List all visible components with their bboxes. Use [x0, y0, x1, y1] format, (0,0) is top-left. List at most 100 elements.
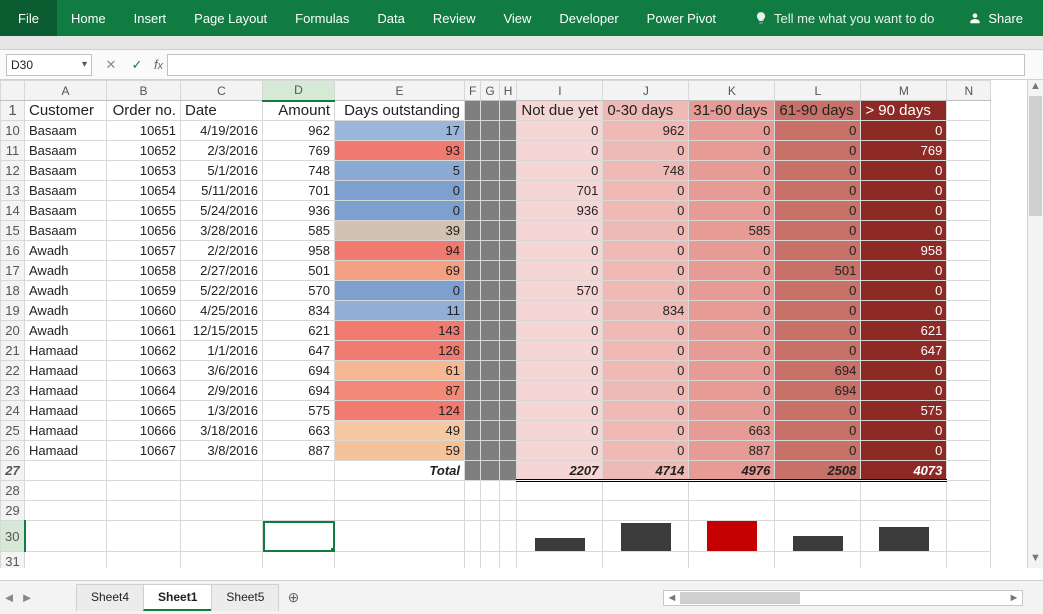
- cell-N19[interactable]: [947, 301, 991, 321]
- cell-A22[interactable]: Hamaad: [25, 361, 107, 381]
- cell-M30[interactable]: [861, 521, 947, 552]
- cell-G1[interactable]: [481, 101, 499, 121]
- cell-G22[interactable]: [481, 361, 499, 381]
- cell-A12[interactable]: Basaam: [25, 161, 107, 181]
- cell-I12[interactable]: 0: [517, 161, 603, 181]
- cell-C28[interactable]: [181, 481, 263, 501]
- cell-K16[interactable]: 0: [689, 241, 775, 261]
- cell-D25[interactable]: 663: [263, 421, 335, 441]
- ribbon-tab-data[interactable]: Data: [363, 0, 418, 36]
- col-header-F[interactable]: F: [465, 81, 481, 101]
- cell-K24[interactable]: 0: [689, 401, 775, 421]
- cell-B12[interactable]: 10653: [107, 161, 181, 181]
- cell-H31[interactable]: [499, 552, 517, 569]
- cell-G20[interactable]: [481, 321, 499, 341]
- cell-C12[interactable]: 5/1/2016: [181, 161, 263, 181]
- cell-B19[interactable]: 10660: [107, 301, 181, 321]
- cell-E13[interactable]: 0: [335, 181, 465, 201]
- cell-L20[interactable]: 0: [775, 321, 861, 341]
- cell-A10[interactable]: Basaam: [25, 121, 107, 141]
- cell-C1[interactable]: Date: [181, 101, 263, 121]
- cell-K20[interactable]: 0: [689, 321, 775, 341]
- cell-N28[interactable]: [947, 481, 991, 501]
- cell-L22[interactable]: 694: [775, 361, 861, 381]
- cell-L10[interactable]: 0: [775, 121, 861, 141]
- cell-D17[interactable]: 501: [263, 261, 335, 281]
- cell-F31[interactable]: [465, 552, 481, 569]
- cell-N30[interactable]: [947, 521, 991, 552]
- col-header-K[interactable]: K: [689, 81, 775, 101]
- cell-L24[interactable]: 0: [775, 401, 861, 421]
- cell-F11[interactable]: [465, 141, 481, 161]
- cell-F25[interactable]: [465, 421, 481, 441]
- row-header-11[interactable]: 11: [1, 141, 25, 161]
- cell-M12[interactable]: 0: [861, 161, 947, 181]
- cell-E15[interactable]: 39: [335, 221, 465, 241]
- cell-M18[interactable]: 0: [861, 281, 947, 301]
- cell-J13[interactable]: 0: [603, 181, 689, 201]
- cell-L14[interactable]: 0: [775, 201, 861, 221]
- cell-F12[interactable]: [465, 161, 481, 181]
- cell-H17[interactable]: [499, 261, 517, 281]
- cell-E29[interactable]: [335, 501, 465, 521]
- cell-D24[interactable]: 575: [263, 401, 335, 421]
- cell-G31[interactable]: [481, 552, 499, 569]
- hscroll-thumb[interactable]: [680, 592, 800, 604]
- cell-F22[interactable]: [465, 361, 481, 381]
- cell-A19[interactable]: Awadh: [25, 301, 107, 321]
- cell-L27[interactable]: 2508: [775, 461, 861, 481]
- cell-C30[interactable]: [181, 521, 263, 552]
- cell-K29[interactable]: [689, 501, 775, 521]
- cell-K27[interactable]: 4976: [689, 461, 775, 481]
- col-header-E[interactable]: E: [335, 81, 465, 101]
- cell-E11[interactable]: 93: [335, 141, 465, 161]
- cell-B31[interactable]: [107, 552, 181, 569]
- cell-D10[interactable]: 962: [263, 121, 335, 141]
- cell-E1[interactable]: Days outstanding: [335, 101, 465, 121]
- cell-J25[interactable]: 0: [603, 421, 689, 441]
- cell-B11[interactable]: 10652: [107, 141, 181, 161]
- cell-M10[interactable]: 0: [861, 121, 947, 141]
- name-box-dropdown-icon[interactable]: ▾: [82, 59, 87, 70]
- cell-K10[interactable]: 0: [689, 121, 775, 141]
- cell-K19[interactable]: 0: [689, 301, 775, 321]
- cell-H30[interactable]: [499, 521, 517, 552]
- cell-J16[interactable]: 0: [603, 241, 689, 261]
- cell-K30[interactable]: [689, 521, 775, 552]
- cell-H14[interactable]: [499, 201, 517, 221]
- cell-J12[interactable]: 748: [603, 161, 689, 181]
- cell-N14[interactable]: [947, 201, 991, 221]
- select-all-corner[interactable]: [1, 81, 25, 101]
- col-header-H[interactable]: H: [499, 81, 517, 101]
- cell-A1[interactable]: Customer: [25, 101, 107, 121]
- cell-I28[interactable]: [517, 481, 603, 501]
- cell-D29[interactable]: [263, 501, 335, 521]
- cell-F28[interactable]: [465, 481, 481, 501]
- cell-C14[interactable]: 5/24/2016: [181, 201, 263, 221]
- cell-E12[interactable]: 5: [335, 161, 465, 181]
- cell-D27[interactable]: [263, 461, 335, 481]
- cell-L13[interactable]: 0: [775, 181, 861, 201]
- cell-M15[interactable]: 0: [861, 221, 947, 241]
- vertical-scrollbar[interactable]: ▲ ▼: [1027, 80, 1043, 568]
- ribbon-tab-review[interactable]: Review: [419, 0, 490, 36]
- cell-G25[interactable]: [481, 421, 499, 441]
- ribbon-tab-insert[interactable]: Insert: [120, 0, 181, 36]
- cell-D26[interactable]: 887: [263, 441, 335, 461]
- cell-K23[interactable]: 0: [689, 381, 775, 401]
- cell-G13[interactable]: [481, 181, 499, 201]
- cell-G16[interactable]: [481, 241, 499, 261]
- cell-F19[interactable]: [465, 301, 481, 321]
- cell-N1[interactable]: [947, 101, 991, 121]
- cell-A20[interactable]: Awadh: [25, 321, 107, 341]
- cell-D13[interactable]: 701: [263, 181, 335, 201]
- cell-E22[interactable]: 61: [335, 361, 465, 381]
- cell-A23[interactable]: Hamaad: [25, 381, 107, 401]
- cell-L17[interactable]: 501: [775, 261, 861, 281]
- cell-I1[interactable]: Not due yet: [517, 101, 603, 121]
- row-header-24[interactable]: 24: [1, 401, 25, 421]
- cell-K22[interactable]: 0: [689, 361, 775, 381]
- cell-G19[interactable]: [481, 301, 499, 321]
- cell-D11[interactable]: 769: [263, 141, 335, 161]
- cell-H26[interactable]: [499, 441, 517, 461]
